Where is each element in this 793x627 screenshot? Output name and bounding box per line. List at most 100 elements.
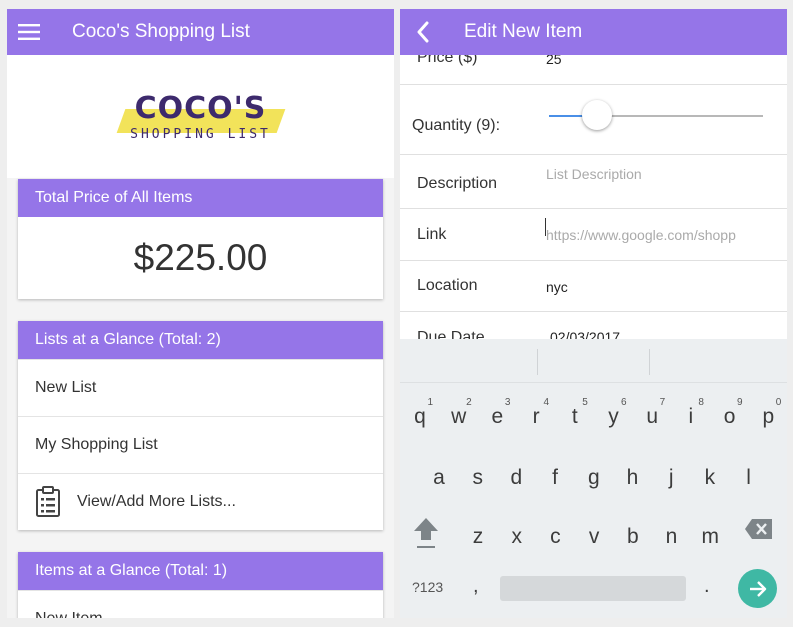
- key-k[interactable]: k: [691, 454, 729, 502]
- link-label: Link: [417, 226, 447, 243]
- description-field[interactable]: List Description: [546, 166, 642, 182]
- key-j[interactable]: j: [652, 454, 690, 502]
- key-f[interactable]: f: [536, 454, 574, 502]
- view-more-lists-button[interactable]: View/Add More Lists...: [18, 473, 383, 530]
- description-row: Description List Description: [400, 156, 787, 209]
- space-key[interactable]: [500, 576, 686, 601]
- logo-area: COCO'S SHOPPING LIST: [7, 55, 394, 178]
- text-cursor: [545, 218, 546, 236]
- shift-icon[interactable]: [412, 515, 440, 553]
- key-n[interactable]: n: [653, 513, 691, 561]
- key-label: u: [646, 405, 659, 428]
- backspace-icon[interactable]: [744, 517, 774, 541]
- key-l[interactable]: l: [730, 454, 768, 502]
- key-v[interactable]: v: [575, 513, 613, 561]
- key-label: x: [511, 525, 522, 548]
- total-price-value: $225.00: [133, 237, 268, 278]
- key-label: w: [451, 405, 467, 428]
- key-label: s: [472, 466, 483, 489]
- edit-title: Edit New Item: [464, 21, 583, 42]
- location-field[interactable]: nyc: [546, 279, 568, 295]
- price-row: Price ($) 25: [400, 55, 787, 85]
- key-g[interactable]: g: [575, 454, 613, 502]
- key-label: k: [704, 466, 716, 489]
- total-price-card: Total Price of All Items $225.00: [18, 179, 383, 299]
- price-label: Price ($): [417, 55, 478, 66]
- key-label: y: [608, 405, 619, 428]
- symbols-key[interactable]: ?123: [412, 579, 443, 595]
- key-number-hint: 3: [504, 397, 511, 408]
- key-label: b: [626, 525, 639, 548]
- lists-card: Lists at a Glance (Total: 2) New List My…: [18, 321, 383, 530]
- key-z[interactable]: z: [459, 513, 497, 561]
- items-header: Items at a Glance (Total: 1): [18, 552, 383, 590]
- quantity-slider-thumb[interactable]: [582, 100, 613, 130]
- key-label: q: [414, 405, 426, 428]
- enter-arrow-icon[interactable]: [738, 569, 777, 608]
- key-q[interactable]: q1: [401, 393, 439, 441]
- menu-icon[interactable]: [7, 9, 51, 55]
- edit-form: Price ($) 25 Quantity (9): Description L…: [400, 55, 787, 339]
- key-label: p: [762, 405, 775, 428]
- soft-keyboard: q1w2e3r4t5y6u7i8o9p0asdfghjklzxcvbnm ?12…: [400, 339, 787, 618]
- key-m[interactable]: m: [691, 513, 729, 561]
- due-date-row: Due Date 02/03/2017: [400, 312, 787, 339]
- home-screen: Coco's Shopping List COCO'S SHOPPING LIS…: [7, 9, 394, 618]
- key-label: l: [746, 466, 751, 489]
- edit-app-bar: Edit New Item: [400, 9, 787, 55]
- key-label: e: [491, 405, 504, 428]
- description-label: Description: [417, 175, 498, 192]
- key-number-hint: 6: [620, 397, 627, 408]
- location-row: Location nyc: [400, 261, 787, 312]
- back-arrow-icon[interactable]: [400, 9, 446, 55]
- edit-item-screen: Edit New Item Price ($) 25 Quantity (9):…: [400, 9, 787, 618]
- key-label: r: [532, 405, 540, 428]
- quantity-label: Quantity (9):: [412, 117, 501, 134]
- price-field[interactable]: 25: [546, 55, 562, 67]
- key-x[interactable]: x: [498, 513, 536, 561]
- screen: Coco's Shopping List COCO'S SHOPPING LIS…: [0, 0, 793, 627]
- key-label: a: [433, 466, 445, 489]
- list-item[interactable]: My Shopping List: [18, 416, 383, 473]
- key-label: v: [588, 525, 600, 548]
- app-bar: Coco's Shopping List: [7, 9, 394, 55]
- key-s[interactable]: s: [459, 454, 497, 502]
- key-b[interactable]: b: [614, 513, 652, 561]
- app-logo: COCO'S SHOPPING LIST: [116, 87, 286, 147]
- key-number-hint: 2: [466, 397, 472, 408]
- key-label: d: [510, 466, 523, 489]
- due-date-field[interactable]: 02/03/2017: [550, 329, 620, 339]
- key-a[interactable]: a: [420, 454, 458, 502]
- key-number-hint: 7: [659, 397, 666, 408]
- logo-main-text: COCO'S: [134, 90, 267, 126]
- suggestion-strip[interactable]: [400, 339, 787, 383]
- key-h[interactable]: h: [614, 454, 652, 502]
- key-w[interactable]: w2: [440, 393, 478, 441]
- key-label: c: [550, 525, 561, 548]
- comma-key[interactable]: ,: [473, 575, 479, 598]
- key-e[interactable]: e3: [478, 393, 516, 441]
- key-number-hint: 8: [698, 397, 704, 408]
- key-c[interactable]: c: [536, 513, 574, 561]
- key-t[interactable]: t5: [556, 393, 594, 441]
- key-i[interactable]: i8: [672, 393, 710, 441]
- key-u[interactable]: u7: [633, 393, 671, 441]
- key-p[interactable]: p0: [749, 393, 787, 441]
- key-r[interactable]: r4: [517, 393, 555, 441]
- period-key[interactable]: .: [704, 575, 710, 598]
- key-y[interactable]: y6: [595, 393, 633, 441]
- list-item[interactable]: New List: [18, 359, 383, 416]
- key-label: h: [626, 466, 639, 489]
- link-row: Link https://www.google.com/shopp: [400, 209, 787, 261]
- list-item[interactable]: New Item: [18, 590, 383, 618]
- total-price-header: Total Price of All Items: [18, 179, 383, 217]
- key-label: t: [571, 405, 578, 428]
- key-number-hint: 1: [427, 397, 433, 408]
- link-field[interactable]: https://www.google.com/shopp: [546, 227, 736, 243]
- key-label: z: [472, 525, 484, 548]
- key-o[interactable]: o9: [711, 393, 749, 441]
- key-number-hint: 0: [775, 397, 782, 408]
- items-card: Items at a Glance (Total: 1) New Item: [18, 552, 383, 618]
- key-label: g: [587, 466, 600, 489]
- key-d[interactable]: d: [497, 454, 535, 502]
